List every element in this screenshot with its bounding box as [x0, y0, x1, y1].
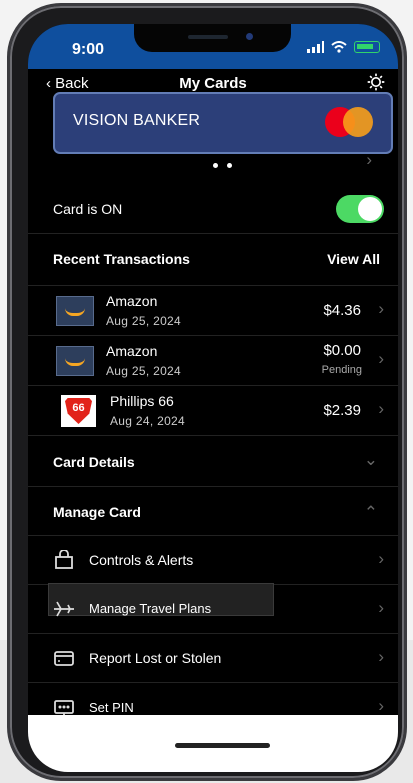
menu-item-report-lost-stolen[interactable]: Report Lost or Stolen › [28, 634, 398, 683]
amazon-smile-icon [65, 308, 85, 316]
view-all-link[interactable]: View All [327, 251, 380, 267]
amazon-logo [56, 296, 94, 326]
transaction-amount: $4.36 [323, 302, 361, 319]
carousel-dot [213, 163, 218, 168]
card-details-section[interactable]: Card Details ⌄ [28, 436, 398, 487]
home-indicator-area [28, 715, 398, 772]
phillips-logo-number: 66 [72, 402, 85, 414]
transaction-date: Aug 24, 2024 [110, 414, 185, 428]
card-status-label: Card is ON [53, 201, 123, 217]
recent-transactions-header: Recent Transactions View All [28, 234, 398, 286]
card-toggle[interactable] [336, 195, 384, 223]
page-title: My Cards [179, 75, 247, 92]
menu-label: Manage Travel Plans [89, 601, 212, 616]
card-name: VISION BANKER [73, 112, 201, 129]
gear-icon[interactable] [366, 72, 386, 92]
cellular-signal-icon [307, 41, 324, 53]
app-screen: 9:00 ‹ Back My Cards VISION BANKER › Car… [28, 24, 398, 772]
menu-item-controls-alerts[interactable]: Controls & Alerts › [28, 536, 398, 585]
card-details-title: Card Details [53, 454, 135, 470]
pin-card-icon [54, 700, 74, 716]
mastercard-yellow-circle [343, 107, 373, 137]
chevron-right-icon: › [378, 549, 384, 568]
menu-item-manage-travel-plans[interactable]: Manage Travel Plans › [28, 585, 398, 634]
lock-icon [55, 550, 73, 569]
manage-card-section[interactable]: Manage Card ⌃ [28, 487, 398, 536]
chevron-right-icon: › [378, 696, 384, 715]
front-camera [246, 33, 253, 40]
toggle-knob [358, 197, 382, 221]
menu-label: Set PIN [89, 700, 134, 715]
merchant-name: Amazon [106, 343, 158, 359]
status-bar: 9:00 [28, 24, 398, 69]
credit-card-icon [54, 651, 74, 666]
merchant-name: Amazon [106, 293, 158, 309]
chevron-up-icon: ⌃ [363, 503, 378, 522]
chevron-right-icon: › [378, 399, 384, 418]
transaction-row[interactable]: 66 Phillips 66 Aug 24, 2024 $2.39 › [28, 386, 398, 436]
transaction-status: Pending [321, 364, 362, 376]
transaction-row[interactable]: Amazon Aug 25, 2024 $0.00 Pending › [28, 336, 398, 386]
amazon-logo [56, 346, 94, 376]
card-status-row: Card is ON [28, 184, 398, 234]
carousel-dot [227, 163, 232, 168]
chevron-right-icon: › [378, 349, 384, 368]
amazon-smile-icon [65, 358, 85, 366]
transaction-amount: $0.00 [323, 342, 361, 359]
menu-label: Report Lost or Stolen [89, 650, 222, 666]
menu-label: Controls & Alerts [89, 552, 194, 568]
recent-transactions-title: Recent Transactions [53, 251, 190, 267]
chevron-right-icon[interactable]: › [366, 150, 372, 170]
mastercard-logo [325, 107, 373, 137]
chevron-right-icon: › [378, 299, 384, 318]
chevron-right-icon: › [378, 598, 384, 617]
credit-card[interactable]: VISION BANKER [53, 92, 393, 154]
phillips-66-logo: 66 [61, 395, 96, 427]
transaction-row[interactable]: Amazon Aug 25, 2024 $4.36 › [28, 286, 398, 336]
carousel-indicator [213, 163, 232, 168]
battery-icon [354, 41, 380, 53]
transaction-date: Aug 25, 2024 [106, 314, 181, 328]
merchant-name: Phillips 66 [110, 393, 174, 409]
status-time: 9:00 [72, 41, 105, 58]
speaker-grill [188, 35, 228, 39]
transaction-amount: $2.39 [323, 402, 361, 419]
manage-card-title: Manage Card [53, 504, 141, 520]
status-icons [307, 41, 380, 53]
phone-frame: 9:00 ‹ Back My Cards VISION BANKER › Car… [7, 3, 407, 781]
chevron-right-icon: › [378, 647, 384, 666]
transaction-date: Aug 25, 2024 [106, 364, 181, 378]
home-indicator[interactable] [175, 743, 270, 748]
wifi-icon [331, 41, 347, 53]
airplane-icon [54, 601, 74, 617]
phone-notch [134, 24, 291, 52]
chevron-down-icon: ⌄ [363, 450, 378, 469]
